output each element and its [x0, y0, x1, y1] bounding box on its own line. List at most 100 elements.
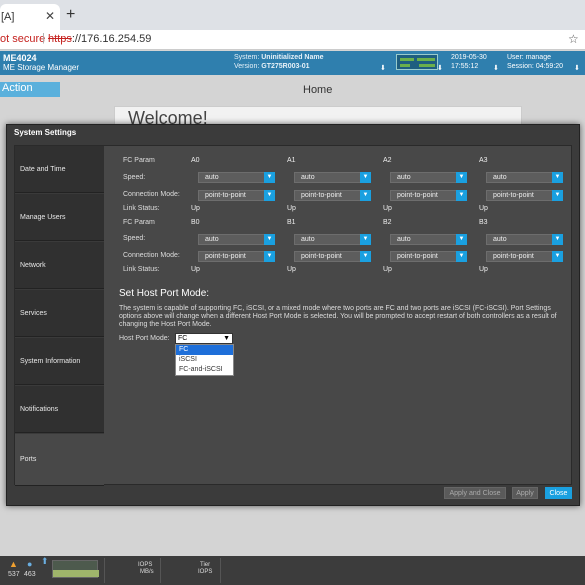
- url-text[interactable]: https://176.16.254.59: [48, 33, 151, 45]
- select-value: point-to-point: [205, 253, 246, 260]
- tier-iops-label: IOPS: [198, 569, 213, 575]
- nav-services[interactable]: Services: [15, 290, 104, 337]
- date-value: 2019-05-30: [451, 54, 487, 61]
- dialog-body: Date and Time Manage Users Network Servi…: [14, 145, 573, 486]
- iops-label: IOPS: [138, 562, 153, 568]
- link-status-value: Up: [287, 205, 296, 212]
- port-a0-speed-select[interactable]: auto ▼: [198, 172, 275, 183]
- port-b3-speed-select[interactable]: auto ▼: [486, 234, 563, 245]
- port-a0-mode-select[interactable]: point-to-point ▼: [198, 190, 275, 201]
- tab-title: [A]: [1, 11, 15, 23]
- chevron-down-icon: ▼: [223, 335, 230, 342]
- activity-graph[interactable]: [52, 560, 99, 578]
- apply-and-close-button[interactable]: Apply and Close: [444, 487, 506, 499]
- nav-label: Date and Time: [20, 165, 66, 173]
- connection-mode-label: Connection Mode:: [123, 191, 180, 198]
- not-secure-label[interactable]: ot secure: [0, 33, 45, 45]
- link-status-label: Link Status:: [123, 266, 160, 273]
- info-icon[interactable]: ●: [27, 559, 32, 569]
- port-a3-speed-select[interactable]: auto ▼: [486, 172, 563, 183]
- session-label: Session:: [507, 63, 534, 70]
- system-info[interactable]: System: Uninitialized Name Version: GT27…: [234, 53, 323, 71]
- enclosure-arrow-icon[interactable]: ⬇: [437, 64, 443, 72]
- user-arrow-icon[interactable]: ⬇: [574, 64, 580, 72]
- link-status-value: Up: [191, 205, 200, 212]
- warning-icon[interactable]: ▲: [9, 559, 18, 569]
- port-b2-speed-select[interactable]: auto ▼: [390, 234, 467, 245]
- select-value: point-to-point: [301, 253, 342, 260]
- host-port-mode-select[interactable]: FC ▼: [175, 333, 233, 344]
- port-a2-mode-select[interactable]: point-to-point ▼: [390, 190, 467, 201]
- select-value: point-to-point: [205, 192, 246, 199]
- nav-network[interactable]: Network: [15, 242, 104, 289]
- chevron-down-icon: ▼: [552, 251, 563, 262]
- datetime-arrow-icon[interactable]: ⬇: [493, 64, 499, 72]
- action-button[interactable]: Action: [0, 82, 60, 97]
- nav-ports[interactable]: Ports: [15, 434, 104, 486]
- chevron-down-icon: ▼: [360, 251, 371, 262]
- system-name: Uninitialized Name: [261, 54, 324, 61]
- port-name: A1: [287, 157, 296, 164]
- link-status-value: Up: [479, 266, 488, 273]
- port-b2-mode-select[interactable]: point-to-point ▼: [390, 251, 467, 262]
- nav-system-information[interactable]: System Information: [15, 338, 104, 385]
- apply-button[interactable]: Apply: [512, 487, 538, 499]
- enclosure-graphic[interactable]: [396, 54, 438, 70]
- select-value: point-to-point: [493, 192, 534, 199]
- chevron-down-icon: ▼: [456, 251, 467, 262]
- url-host: ://176.16.254.59: [71, 33, 152, 45]
- nav-label: Services: [20, 309, 47, 317]
- port-a2-speed-select[interactable]: auto ▼: [390, 172, 467, 183]
- port-name: A2: [383, 157, 392, 164]
- date-time[interactable]: 2019-05-30 17:55:12: [451, 53, 487, 71]
- port-b3-mode-select[interactable]: point-to-point ▼: [486, 251, 563, 262]
- link-status-value: Up: [479, 205, 488, 212]
- nav-label: System Information: [20, 357, 81, 365]
- port-name: B0: [191, 219, 200, 226]
- option-fc[interactable]: FC: [176, 345, 233, 355]
- port-a1-speed-select[interactable]: auto ▼: [294, 172, 371, 183]
- address-bar[interactable]: ot secure | https://176.16.254.59 ☆: [0, 30, 585, 50]
- speed-label: Speed:: [123, 174, 146, 181]
- port-a3-mode-select[interactable]: point-to-point ▼: [486, 190, 563, 201]
- option-iscsi[interactable]: iSCSI: [176, 355, 233, 365]
- select-value: point-to-point: [493, 253, 534, 260]
- chevron-down-icon: ▼: [552, 234, 563, 245]
- address-separator: |: [42, 32, 45, 44]
- close-tab-icon[interactable]: ✕: [45, 9, 55, 23]
- port-b1-mode-select[interactable]: point-to-point ▼: [294, 251, 371, 262]
- port-b0-mode-select[interactable]: point-to-point ▼: [198, 251, 275, 262]
- select-value: FC: [178, 335, 188, 342]
- nav-date-and-time[interactable]: Date and Time: [15, 146, 104, 193]
- system-info-arrow-icon[interactable]: ⬇: [380, 64, 386, 72]
- fc-param-label: FC Param: [123, 219, 155, 226]
- bookmark-star-icon[interactable]: ☆: [568, 32, 579, 46]
- port-name: A3: [479, 157, 488, 164]
- option-fc-and-iscsi[interactable]: FC-and-iSCSI: [176, 365, 233, 375]
- link-status-value: Up: [191, 266, 200, 273]
- version-value: GT275R003-01: [261, 63, 310, 70]
- nav-label: Network: [20, 261, 46, 269]
- nav-manage-users[interactable]: Manage Users: [15, 194, 104, 241]
- new-tab-icon[interactable]: +: [66, 6, 75, 24]
- select-value: auto: [301, 236, 315, 243]
- upload-arrow-icon[interactable]: ⬆: [41, 556, 49, 567]
- browser-tab[interactable]: [A] ✕: [0, 4, 60, 30]
- dialog-title: System Settings: [14, 128, 77, 137]
- nav-notifications[interactable]: Notifications: [15, 386, 104, 433]
- user-info[interactable]: User: manage Session: 04:59:20: [507, 53, 563, 71]
- warning-count: 537: [8, 571, 20, 578]
- chevron-down-icon: ▼: [360, 234, 371, 245]
- select-value: point-to-point: [301, 192, 342, 199]
- ports-panel: FC Param Speed: Connection Mode: Link St…: [104, 146, 573, 486]
- select-value: point-to-point: [397, 253, 438, 260]
- fc-param-label: FC Param: [123, 157, 155, 164]
- port-b0-speed-select[interactable]: auto ▼: [198, 234, 275, 245]
- mbs-label: MB/s: [140, 569, 154, 575]
- port-a1-mode-select[interactable]: point-to-point ▼: [294, 190, 371, 201]
- port-b1-speed-select[interactable]: auto ▼: [294, 234, 371, 245]
- close-button[interactable]: Close: [545, 487, 572, 499]
- select-value: auto: [397, 174, 411, 181]
- footer-divider: [220, 558, 221, 583]
- nav-label: Notifications: [20, 405, 59, 413]
